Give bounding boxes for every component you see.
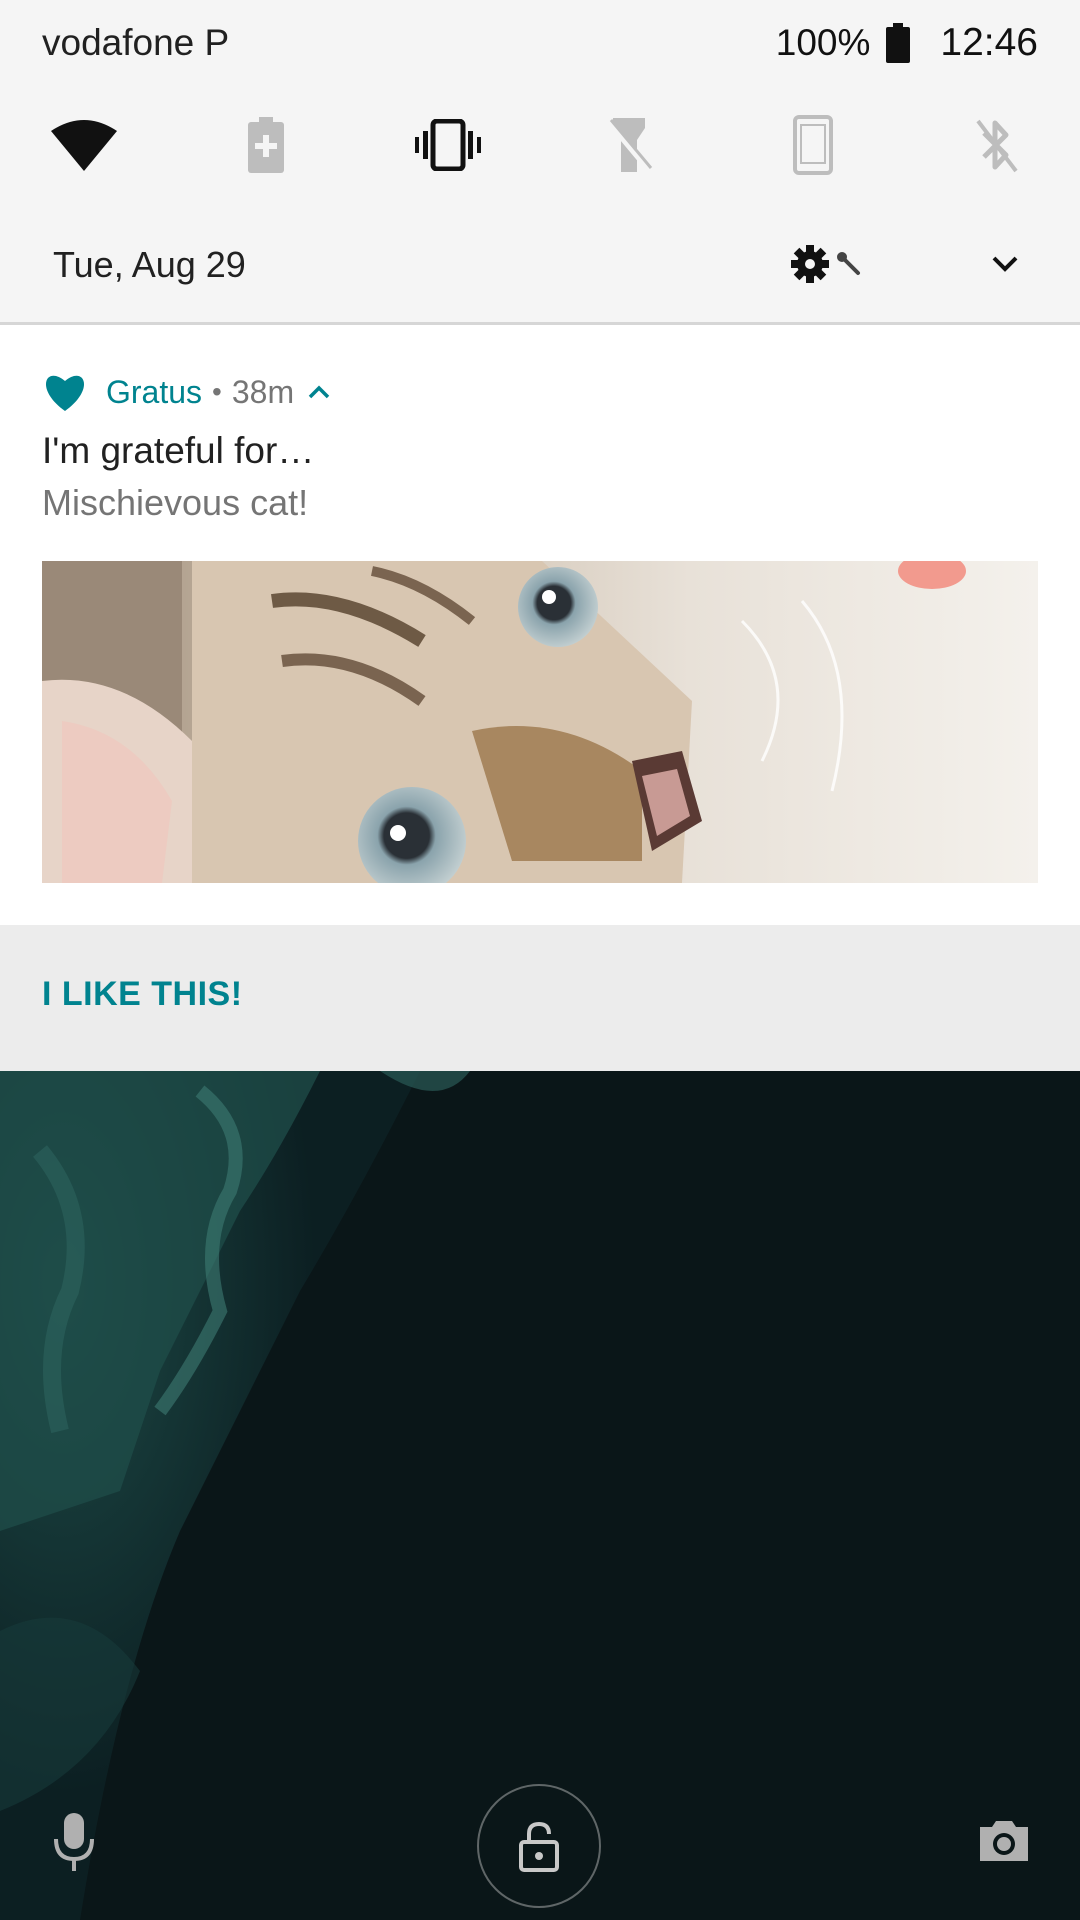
gear-icon	[791, 245, 829, 283]
like-button[interactable]: I LIKE THIS!	[42, 975, 243, 1014]
notification-time: 38m	[231, 373, 295, 410]
carrier-name: vodafone P	[42, 22, 230, 63]
notification-text: Mischievous cat!	[42, 482, 309, 523]
notification-title: I'm grateful for…	[42, 430, 315, 471]
chevron-down-icon	[992, 256, 1018, 272]
voice-assist-button[interactable]	[44, 1802, 104, 1882]
flashlight-icon	[606, 118, 653, 172]
camera-button[interactable]	[974, 1810, 1034, 1870]
date-label: Tue, Aug 29	[53, 244, 246, 285]
vibrate-tile[interactable]	[408, 110, 488, 180]
header-separator: •	[212, 376, 222, 407]
battery-saver-tile[interactable]	[226, 110, 306, 180]
bluetooth-icon	[976, 119, 1018, 173]
heart-icon	[45, 375, 85, 411]
microphone-icon	[54, 1813, 94, 1871]
unlock-button[interactable]	[477, 1784, 601, 1908]
auto-rotate-tile[interactable]	[773, 110, 853, 180]
battery-percent: 100%	[775, 22, 871, 63]
quick-settings-panel: vodafone P 100% 12:46 Tue, Aug 29	[0, 0, 1080, 325]
quick-settings-tiles	[0, 110, 1080, 180]
notification-actions: I LIKE THIS!	[0, 925, 1080, 1071]
wifi-icon	[51, 120, 117, 171]
settings-button[interactable]	[790, 240, 870, 288]
date-row: Tue, Aug 29	[0, 232, 1080, 296]
auto-rotate-icon	[793, 115, 833, 175]
status-bar: vodafone P 100% 12:46	[0, 0, 1080, 86]
wifi-tile[interactable]	[44, 110, 124, 180]
expand-button[interactable]	[975, 240, 1035, 288]
camera-icon	[980, 1821, 1028, 1861]
battery-icon	[886, 23, 911, 63]
bluetooth-tile[interactable]	[956, 110, 1036, 180]
lock-screen-shortcuts	[0, 1780, 1080, 1920]
status-right: 100% 12:46	[776, 20, 1038, 66]
chevron-up-icon[interactable]	[308, 385, 330, 399]
app-name: Gratus	[106, 373, 203, 410]
unlock-icon	[519, 1821, 559, 1872]
notification-header[interactable]: Gratus • 38m	[42, 367, 330, 417]
battery-saver-icon	[248, 117, 284, 173]
wrench-icon	[837, 252, 860, 275]
flashlight-tile[interactable]	[589, 110, 669, 180]
vibrate-icon	[415, 119, 481, 171]
notification-card[interactable]: Gratus • 38m I'm grateful for… Mischievo…	[0, 325, 1080, 925]
cat-photo	[42, 561, 1038, 883]
clock: 12:46	[940, 21, 1038, 64]
